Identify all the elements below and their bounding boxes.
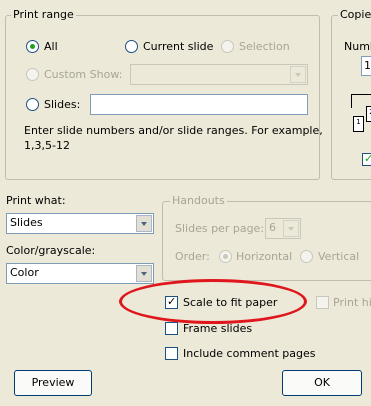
print-what-label: Print what: [6, 194, 66, 207]
print-what-select[interactable]: Slides [6, 213, 154, 234]
slides-radio[interactable] [26, 98, 39, 111]
print-what-dropdown-button[interactable] [136, 215, 152, 232]
collate-page-2: 2 [366, 106, 371, 122]
color-grayscale-select[interactable]: Color [6, 263, 154, 284]
frame-slides-checkbox[interactable] [165, 322, 178, 335]
slides-help-text-line1: Enter slide numbers and/or slide ranges.… [24, 124, 323, 137]
color-grayscale-value: Color [10, 266, 39, 279]
all-label: All [44, 40, 58, 53]
chevron-down-icon [288, 227, 294, 231]
vertical-radio[interactable] [300, 250, 313, 263]
handouts-group [162, 201, 371, 281]
current-slide-radio[interactable] [125, 40, 138, 53]
collate-checkbox[interactable]: ✓ [362, 152, 371, 166]
print-hidden-checkbox[interactable] [316, 296, 329, 309]
custom-show-radio[interactable] [26, 68, 39, 81]
all-radio[interactable] [26, 40, 39, 53]
color-grayscale-label: Color/grayscale: [6, 244, 96, 257]
chevron-down-icon [295, 73, 301, 77]
custom-show-select[interactable] [130, 64, 308, 85]
slides-per-page-dropdown-button[interactable] [283, 220, 299, 237]
print-range-legend: Print range [11, 8, 76, 21]
custom-show-dropdown-button[interactable] [290, 66, 306, 83]
number-of-copies-input[interactable]: 1 [361, 56, 371, 76]
print-hidden-label: Print hi [333, 296, 371, 309]
order-label: Order: [175, 250, 210, 263]
collate-page-1: 1 [353, 116, 364, 132]
number-of-copies-value: 1 [364, 59, 371, 72]
ok-button[interactable]: OK [282, 370, 362, 396]
include-comments-label: Include comment pages [183, 347, 316, 360]
vertical-label: Vertical [318, 250, 360, 263]
collate-illustration: 2 1 [345, 86, 371, 148]
slides-label: Slides: [44, 98, 81, 111]
print-what-value: Slides [10, 216, 43, 229]
horizontal-radio[interactable] [219, 250, 232, 263]
slides-help-text-line2: 1,3,5-12 [24, 139, 70, 152]
frame-slides-label: Frame slides [183, 322, 253, 335]
include-comments-checkbox[interactable] [165, 347, 178, 360]
handouts-legend: Handouts [170, 194, 227, 207]
selection-label: Selection [239, 40, 290, 53]
number-of-copies-label: Numb [344, 40, 371, 53]
slides-per-page-select[interactable]: 6 [265, 218, 301, 239]
slides-per-page-label: Slides per page: [175, 222, 265, 235]
color-grayscale-dropdown-button[interactable] [136, 265, 152, 282]
chevron-down-icon [141, 222, 147, 226]
custom-show-label: Custom Show: [44, 68, 123, 81]
current-slide-label: Current slide [143, 40, 214, 53]
slides-input[interactable] [90, 94, 308, 115]
selection-radio[interactable] [221, 40, 234, 53]
horizontal-label: Horizontal [236, 250, 293, 263]
copies-legend: Copies [338, 9, 371, 21]
highlight-ellipse [119, 279, 307, 324]
slides-per-page-value: 6 [269, 221, 276, 234]
chevron-down-icon [141, 272, 147, 276]
preview-button[interactable]: Preview [14, 370, 92, 396]
